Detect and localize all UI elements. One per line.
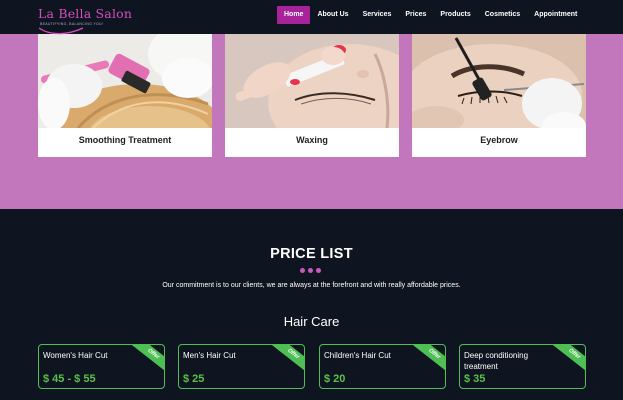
logo-swash-icon <box>38 27 84 35</box>
service-card-smoothing[interactable]: Smoothing Treatment <box>38 34 212 157</box>
nav-prices[interactable]: Prices <box>398 6 433 24</box>
eyebrow-image <box>412 34 586 128</box>
service-title: Eyebrow <box>480 135 518 145</box>
brand-name: La Bella Salon <box>38 6 133 21</box>
nav-appointment[interactable]: Appointment <box>527 6 584 24</box>
nav-products[interactable]: Products <box>433 6 477 24</box>
price-item-price: $ 20 <box>324 373 346 385</box>
price-item-name: Men's Hair Cut <box>183 351 236 360</box>
price-item-name: Children's Hair Cut <box>324 351 391 360</box>
service-card-eyebrow[interactable]: Eyebrow <box>412 34 586 157</box>
service-title: Waxing <box>296 135 328 145</box>
price-card-mens-hair-cut[interactable]: Men's Hair Cut $ 25 Offer <box>178 344 305 389</box>
smoothing-treatment-image <box>38 34 212 128</box>
title-dots-divider <box>300 268 321 273</box>
price-item-price: $ 45 - $ 55 <box>43 373 96 385</box>
price-item-name: Deep conditioning treatment <box>464 351 529 371</box>
price-item-name: Women's Hair Cut <box>43 351 108 360</box>
price-list-subtitle: Our commitment is to our clients, we are… <box>162 282 461 289</box>
service-title: Smoothing Treatment <box>78 135 172 145</box>
nav-about-us[interactable]: About Us <box>310 6 355 24</box>
brand-logo[interactable]: La Bella Salon BEAUTIFYING, BALANCING YO… <box>38 6 132 35</box>
main-nav: Home About Us Services Prices Products C… <box>277 6 584 24</box>
nav-cosmetics[interactable]: Cosmetics <box>478 6 527 24</box>
service-card-waxing[interactable]: Waxing <box>225 34 399 157</box>
category-heading: Hair Care <box>283 314 340 329</box>
nav-services[interactable]: Services <box>356 6 399 24</box>
site-header: La Bella Salon BEAUTIFYING, BALANCING YO… <box>0 0 623 35</box>
nav-home[interactable]: Home <box>277 6 311 24</box>
divider-dot <box>316 268 321 273</box>
price-list-title: PRICE LIST <box>270 246 353 262</box>
price-item-price: $ 25 <box>183 373 205 385</box>
price-card-deep-conditioning[interactable]: Deep conditioning treatment $ 35 Offer <box>459 344 586 389</box>
price-item-price: $ 35 <box>464 373 486 385</box>
waxing-image <box>225 34 399 128</box>
divider-dot <box>300 268 305 273</box>
divider-dot <box>308 268 313 273</box>
services-gallery: Smoothing Treatment Waxing Eyebrow <box>0 34 623 209</box>
price-card-childrens-hair-cut[interactable]: Children's Hair Cut $ 20 Offer <box>319 344 446 389</box>
price-card-womens-hair-cut[interactable]: Women's Hair Cut $ 45 - $ 55 Offer <box>38 344 165 389</box>
